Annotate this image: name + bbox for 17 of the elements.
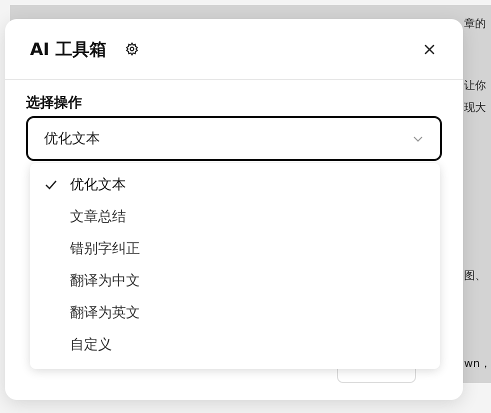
- menu-option[interactable]: 优化文本: [30, 169, 440, 201]
- menu-option[interactable]: 错别字纠正: [30, 233, 440, 265]
- page-text: 现大: [464, 100, 487, 116]
- menu-option[interactable]: 文章总结: [30, 201, 440, 233]
- settings-icon[interactable]: [125, 42, 140, 56]
- close-icon[interactable]: [424, 44, 435, 54]
- page-text: wn，: [464, 356, 491, 372]
- operation-select[interactable]: 优化文本: [26, 116, 442, 161]
- menu-option[interactable]: 翻译为中文: [30, 265, 440, 297]
- dialog-title: AI 工具箱: [30, 38, 106, 60]
- check-icon: [45, 180, 57, 190]
- page-text: 章的: [464, 16, 487, 32]
- page-text: 让你: [464, 78, 487, 94]
- field-label: 选择操作: [26, 94, 83, 112]
- menu-option[interactable]: 自定义: [30, 329, 440, 361]
- menu-option[interactable]: 翻译为英文: [30, 297, 440, 329]
- page-text: 图、: [464, 268, 487, 284]
